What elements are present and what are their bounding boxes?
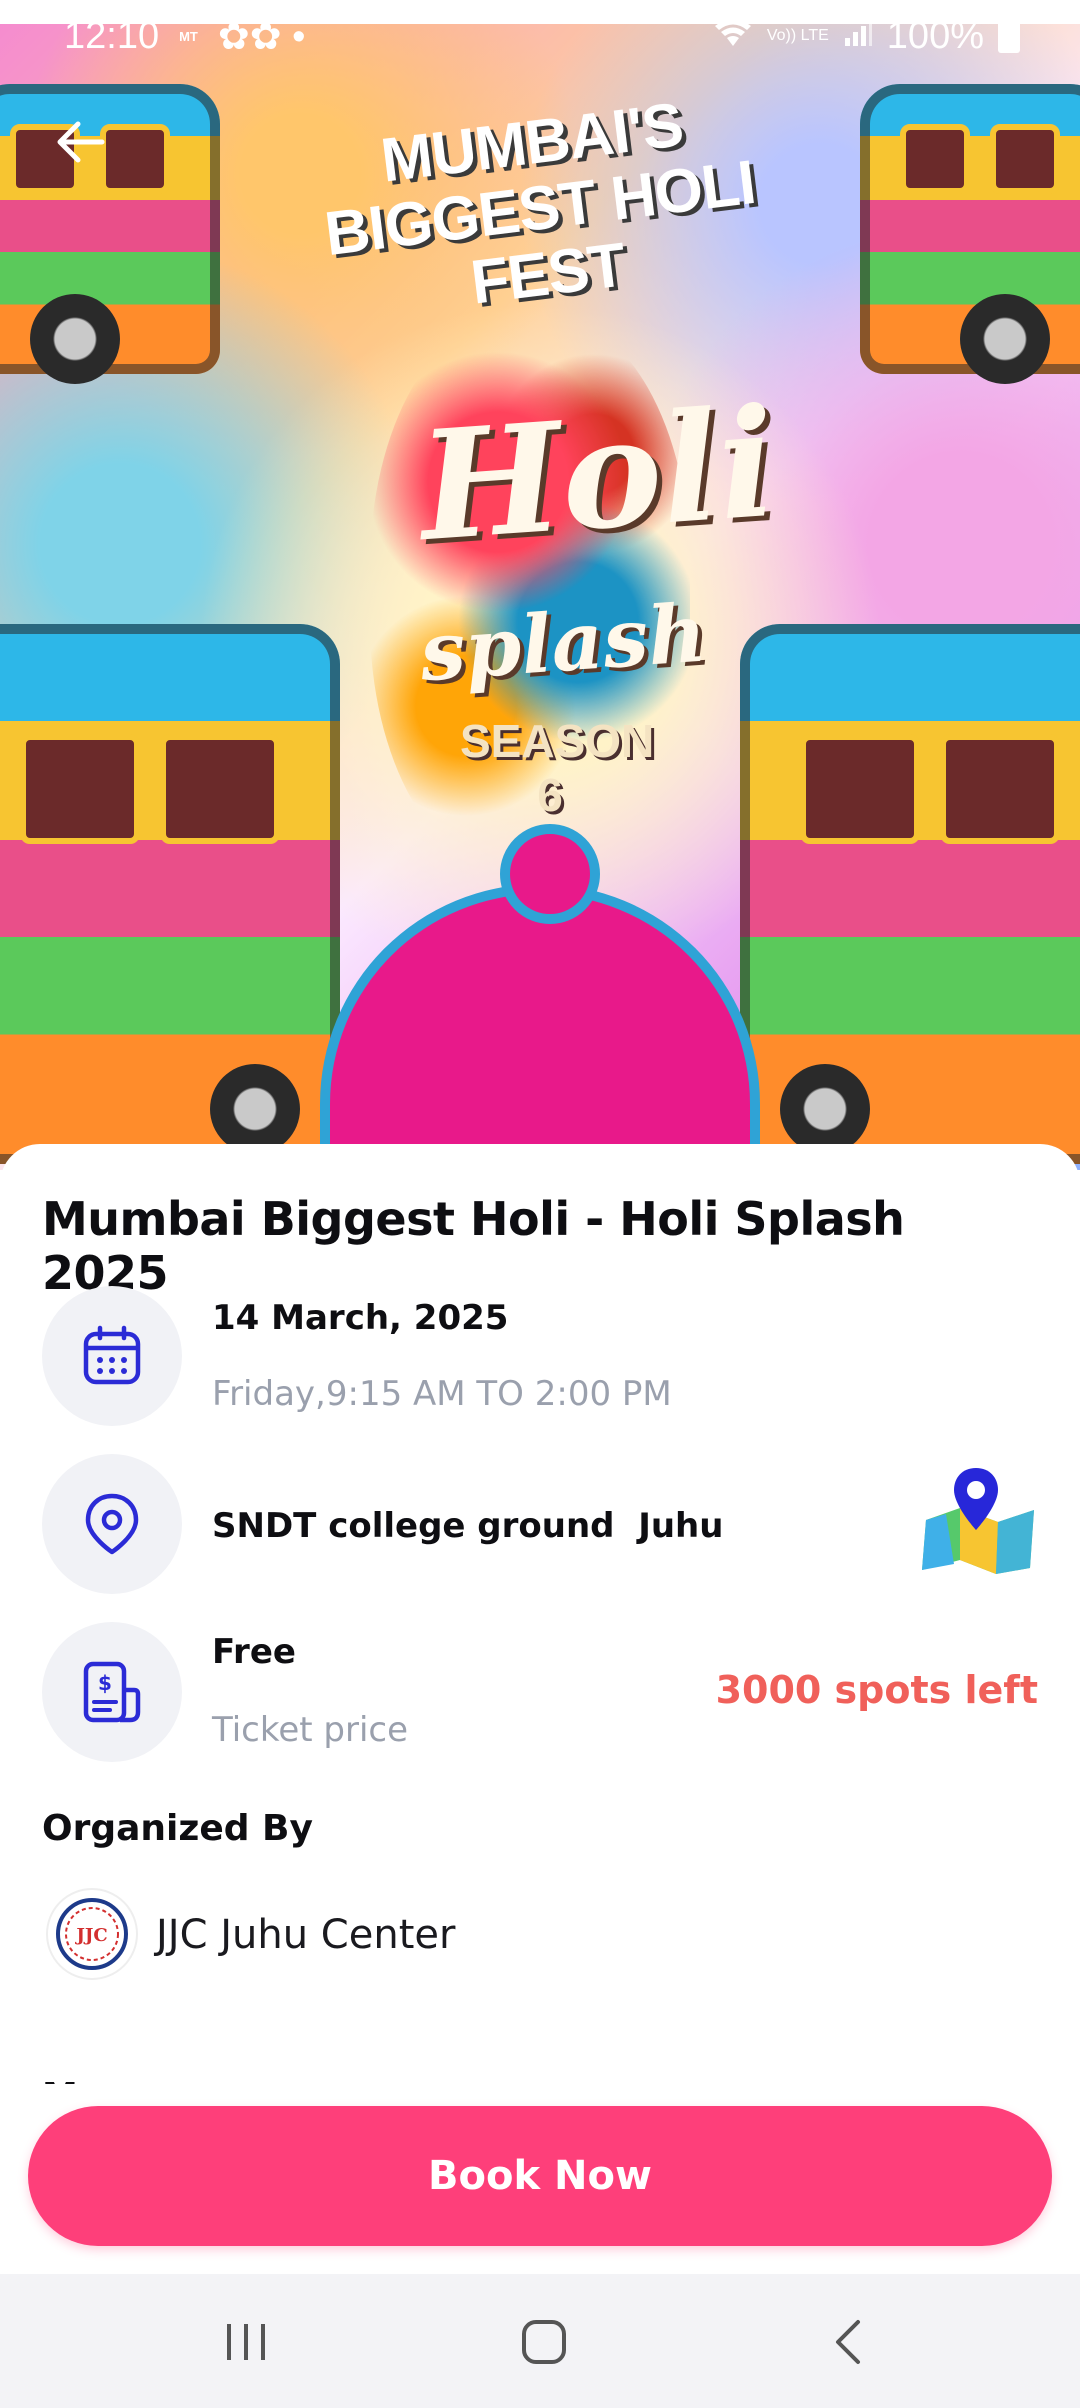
bus-illustration <box>0 624 340 1164</box>
book-now-button[interactable]: Book Now <box>28 2106 1052 2246</box>
banner-logo-holi: Holi <box>414 374 782 576</box>
carrier-tag: MT <box>179 28 198 44</box>
event-location: SNDT college ground Juhu <box>212 1506 724 1546</box>
recent-apps-icon <box>227 2324 265 2360</box>
home-button[interactable] <box>504 2310 584 2374</box>
map-icon <box>922 1468 1034 1574</box>
event-date: 14 March, 2025 <box>212 1298 509 1338</box>
date-icon-circle <box>42 1286 182 1426</box>
status-bar: 12:10 MT ✿✿ • Vo)) LTE 100% <box>0 0 1080 72</box>
banner-logo-splash: splash <box>417 585 710 700</box>
open-map-button[interactable] <box>920 1464 1040 1574</box>
receipt-icon: $ <box>83 1661 141 1723</box>
chevron-left-icon <box>836 2320 860 2364</box>
event-date-row: 14 March, 2025 Friday,9:15 AM TO 2:00 PM <box>42 1286 1042 1426</box>
event-banner-image: MUMBAI'S BIGGEST HOLI FEST Holi splash S… <box>0 24 1080 1170</box>
svg-text:$: $ <box>98 1671 112 1695</box>
event-details-card: Mumbai Biggest Holi - Holi Splash 2025 1… <box>0 1144 1080 2084</box>
event-day-time: Friday,9:15 AM TO 2:00 PM <box>212 1374 672 1414</box>
bus-illustration <box>740 624 1080 1164</box>
battery-percent: 100% <box>886 14 984 57</box>
ticket-price-label: Ticket price <box>212 1710 409 1750</box>
network-label: Vo)) LTE <box>766 27 829 44</box>
system-nav-bar <box>0 2274 1080 2408</box>
price-icon-circle: $ <box>42 1622 182 1762</box>
pink-stage-shape <box>320 824 760 1170</box>
organizer-heading: Organized By <box>42 1808 313 1849</box>
organizer-logo: JJC <box>46 1888 138 1980</box>
event-title: Mumbai Biggest Holi - Holi Splash 2025 <box>42 1192 905 1300</box>
banner-headline: MUMBAI'S BIGGEST HOLI FEST <box>321 90 759 318</box>
spots-left: 3000 spots left <box>715 1668 1038 1712</box>
location-icon-circle <box>42 1454 182 1594</box>
event-location-row: SNDT college ground Juhu <box>42 1454 1042 1594</box>
next-section-heading-partial: M <box>42 2062 102 2084</box>
van-illustration <box>860 84 1080 384</box>
organizer-logo-text: JJC <box>74 1925 107 1946</box>
notification-icons: ✿✿ • <box>217 15 306 58</box>
battery-icon <box>998 19 1020 53</box>
system-back-button[interactable] <box>808 2310 888 2374</box>
wifi-icon <box>713 15 753 58</box>
banner-season: SEASON 6 <box>460 715 655 821</box>
organizer-row[interactable]: JJC JJC Juhu Center <box>42 1880 642 1990</box>
event-price-row: $ Free Ticket price 3000 spots left <box>42 1622 1042 1762</box>
location-pin-icon <box>85 1493 139 1555</box>
calendar-icon <box>83 1325 141 1385</box>
arrow-left-icon <box>57 121 105 163</box>
signal-icon <box>843 15 873 58</box>
ticket-price: Free <box>212 1632 296 1672</box>
back-button[interactable] <box>48 110 112 174</box>
home-icon <box>522 2320 566 2364</box>
recent-apps-button[interactable] <box>206 2310 286 2374</box>
organizer-name: JJC Juhu Center <box>156 1912 456 1958</box>
clock: 12:10 <box>64 14 160 57</box>
